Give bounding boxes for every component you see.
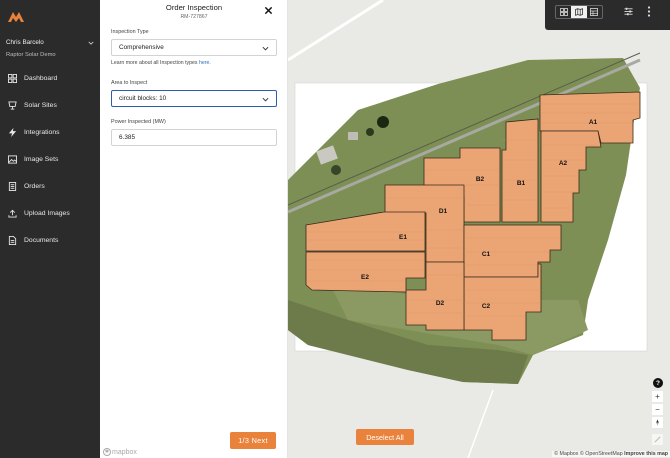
- grid-icon: [559, 8, 568, 16]
- attribution-text: © Mapbox © OpenStreetMap: [554, 451, 623, 457]
- chevron-down-icon[interactable]: [88, 40, 94, 46]
- chevron-down-icon: [262, 97, 269, 102]
- mapbox-logo-text: mapbox: [112, 448, 137, 456]
- next-button[interactable]: 1/3 Next: [230, 432, 276, 449]
- document-icon: [8, 235, 17, 245]
- sidebar-item-label: Upload Images: [24, 209, 70, 217]
- sidebar-item-orders[interactable]: Orders: [8, 179, 96, 193]
- grid-view-button[interactable]: [556, 6, 571, 18]
- sidebar-item-dashboard[interactable]: Dashboard: [8, 71, 96, 85]
- block-label-d2: D2: [436, 300, 445, 307]
- raptor-logo-icon[interactable]: [8, 10, 24, 22]
- sidebar: Chris Barcelo Raptor Solar Demo Dashboar…: [0, 0, 100, 458]
- help-link[interactable]: here.: [199, 60, 211, 66]
- map-view[interactable]: A1 A2 B1 B2 C1 C2 D1 D2 E1 E2 Deselect A…: [288, 0, 670, 458]
- power-value: 6.385: [119, 134, 135, 141]
- order-inspection-panel: Order Inspection RM-727867 Inspection Ty…: [100, 0, 288, 458]
- order-id: RM-727867: [180, 14, 208, 20]
- power-label: Power Inspected (MW): [111, 119, 166, 125]
- block-label-b2: B2: [476, 176, 485, 183]
- lightning-icon: [8, 127, 17, 137]
- inspection-help-text: Learn more about all Inspection types he…: [111, 60, 211, 66]
- inspection-type-label: Inspection Type: [111, 29, 149, 35]
- block-label-c2: C2: [482, 303, 491, 310]
- solar-panel-icon: [8, 100, 17, 110]
- image-icon: [8, 154, 17, 164]
- map-toolbar: [545, 0, 670, 30]
- improve-map-link[interactable]: Improve this map: [624, 451, 668, 457]
- tree-cluster: [331, 165, 341, 175]
- user-org: Raptor Solar Demo: [6, 52, 56, 58]
- upload-icon: [8, 209, 17, 218]
- map-attribution: © Mapbox © OpenStreetMap Improve this ma…: [552, 451, 670, 457]
- user-name: Chris Barcelo: [6, 39, 44, 46]
- more-vertical-icon[interactable]: [646, 6, 652, 17]
- chevron-down-icon: [262, 46, 269, 51]
- document-list-icon: [8, 181, 17, 191]
- inspection-type-select[interactable]: Comprehensive: [111, 39, 277, 56]
- block-label-b1: B1: [517, 180, 526, 187]
- block-label-d1: D1: [439, 208, 448, 215]
- compass-button[interactable]: [652, 417, 663, 428]
- help-icon[interactable]: ?: [653, 378, 663, 388]
- block-label-a1: A1: [589, 119, 598, 126]
- area-label: Area to Inspect: [111, 80, 148, 86]
- close-icon[interactable]: [264, 6, 273, 15]
- sidebar-item-label: Orders: [24, 182, 45, 190]
- sidebar-item-solar-sites[interactable]: Solar Sites: [8, 98, 96, 112]
- tree-cluster: [366, 128, 374, 136]
- compass-icon: [656, 419, 659, 426]
- sidebar-item-label: Image Sets: [24, 155, 59, 163]
- sidebar-item-label: Dashboard: [24, 74, 58, 82]
- zoom-in-button[interactable]: +: [652, 391, 663, 402]
- block-label-e1: E1: [399, 234, 407, 241]
- sidebar-item-label: Documents: [24, 236, 59, 244]
- inspection-type-value: Comprehensive: [119, 44, 164, 51]
- building: [348, 132, 358, 140]
- mapbox-logo[interactable]: ✱ mapbox: [103, 448, 137, 456]
- map-icon: [575, 8, 583, 16]
- area-value: circuit blocks: 10: [119, 95, 167, 102]
- block-label-e2: E2: [361, 274, 369, 281]
- area-select[interactable]: circuit blocks: 10: [111, 90, 277, 107]
- sidebar-item-label: Integrations: [24, 128, 60, 136]
- table-view-button[interactable]: [587, 6, 602, 18]
- pencil-icon: [654, 436, 661, 443]
- table-icon: [590, 8, 599, 16]
- block-label-a2: A2: [559, 160, 568, 167]
- block-label-c1: C1: [482, 251, 491, 258]
- sidebar-item-upload-images[interactable]: Upload Images: [8, 206, 96, 220]
- map-canvas[interactable]: A1 A2 B1 B2 C1 C2 D1 D2 E1 E2: [288, 0, 670, 458]
- tree-cluster: [377, 116, 389, 128]
- zoom-out-button[interactable]: −: [652, 404, 663, 415]
- sidebar-item-image-sets[interactable]: Image Sets: [8, 152, 96, 166]
- sidebar-item-documents[interactable]: Documents: [8, 233, 96, 247]
- map-view-button[interactable]: [571, 6, 587, 18]
- help-text-prefix: Learn more about all Inspection types: [111, 60, 198, 66]
- sidebar-item-label: Solar Sites: [24, 101, 57, 109]
- sidebar-item-integrations[interactable]: Integrations: [8, 125, 96, 139]
- filter-sliders-icon[interactable]: [624, 7, 633, 16]
- view-toggle-group: [555, 5, 603, 19]
- dashboard-icon: [8, 73, 17, 83]
- circuit-block-b1[interactable]: [501, 118, 539, 223]
- user-menu[interactable]: Chris Barcelo Raptor Solar Demo: [6, 39, 94, 58]
- draw-tool-button[interactable]: [652, 434, 663, 445]
- power-input[interactable]: 6.385: [111, 129, 277, 146]
- deselect-all-button[interactable]: Deselect All: [356, 429, 414, 445]
- panel-title: Order Inspection: [165, 3, 223, 12]
- mapbox-logo-icon: ✱: [103, 448, 111, 456]
